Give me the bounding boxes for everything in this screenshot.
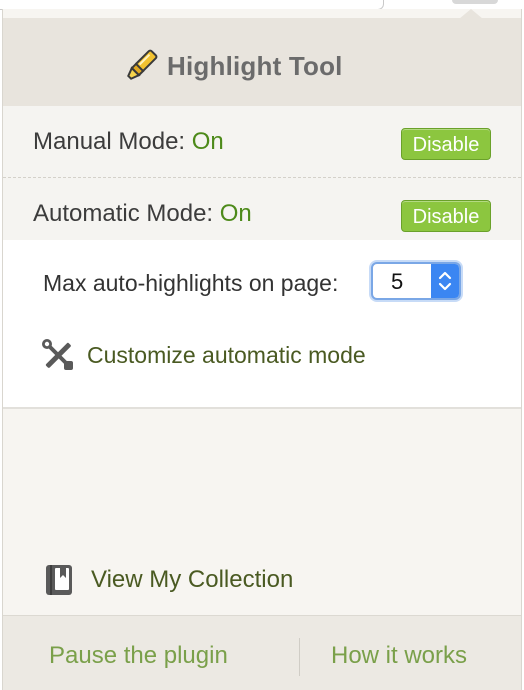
automatic-mode-label: Automatic Mode: On xyxy=(33,200,252,228)
manual-mode-row: Manual Mode: On Disable xyxy=(3,106,521,178)
automatic-settings-panel: Max auto-highlights on page: 5 Customize… xyxy=(3,240,521,409)
manual-mode-state: On xyxy=(191,128,224,155)
automatic-mode-state: On xyxy=(219,200,252,227)
popup-footer: Pause the plugin How it works xyxy=(3,615,521,690)
pause-plugin-link[interactable]: Pause the plugin xyxy=(49,642,228,670)
popup-title: Highlight Tool xyxy=(167,50,343,81)
how-it-works-link[interactable]: How it works xyxy=(331,642,467,670)
max-highlights-value: 5 xyxy=(391,269,404,294)
manual-mode-text: Manual Mode: xyxy=(33,128,192,155)
select-stepper-arrows[interactable] xyxy=(431,264,459,298)
book-icon xyxy=(46,565,72,595)
popup-header: Highlight Tool xyxy=(3,18,521,106)
header-title-group: Highlight Tool xyxy=(121,46,343,86)
highlight-tool-popup: Highlight Tool Manual Mode: On Disable A… xyxy=(2,9,522,690)
max-highlights-select[interactable]: 5 xyxy=(371,262,461,300)
manual-mode-label: Manual Mode: On xyxy=(33,128,224,156)
max-highlights-row: Max auto-highlights on page: xyxy=(43,270,338,297)
tools-icon xyxy=(42,339,73,370)
footer-divider xyxy=(299,638,300,676)
automatic-mode-row: Automatic Mode: On Disable xyxy=(3,178,521,249)
customize-automatic-label: Customize automatic mode xyxy=(87,341,366,368)
customize-automatic-link[interactable]: Customize automatic mode xyxy=(41,338,366,372)
highlighter-pen-icon xyxy=(127,49,158,80)
view-collection-link[interactable]: View My Collection xyxy=(45,564,293,596)
max-highlights-label: Max auto-highlights on page: xyxy=(43,270,339,296)
disable-automatic-button[interactable]: Disable xyxy=(401,200,491,232)
chevron-updown-icon xyxy=(438,271,452,291)
automatic-mode-text: Automatic Mode: xyxy=(33,200,220,227)
view-collection-label: View My Collection xyxy=(91,566,294,593)
extension-button[interactable] xyxy=(452,0,498,4)
disable-manual-button[interactable]: Disable xyxy=(401,128,491,160)
